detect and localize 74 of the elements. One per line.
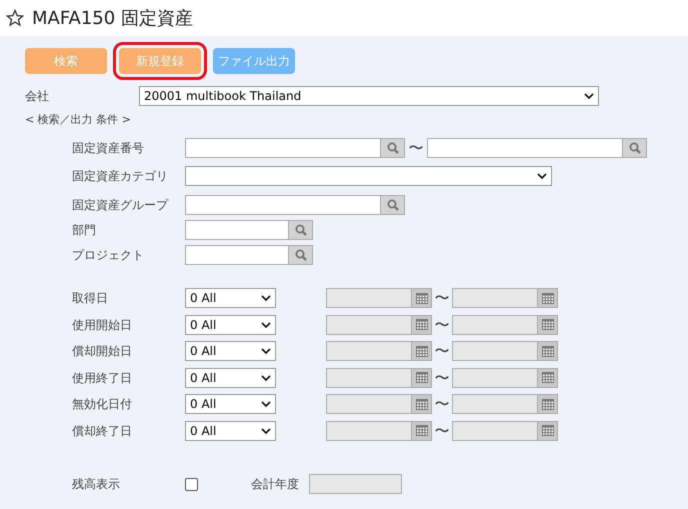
field-label: 会計年度 bbox=[251, 476, 299, 493]
star-icon[interactable] bbox=[6, 9, 24, 27]
search-button[interactable] bbox=[623, 138, 647, 158]
search-icon bbox=[386, 142, 398, 154]
field-label: 固定資産グループ bbox=[71, 197, 170, 214]
calendar-icon bbox=[542, 346, 554, 357]
calendar-icon bbox=[416, 346, 428, 357]
calendar-icon bbox=[542, 398, 554, 410]
calendar-button[interactable] bbox=[538, 314, 558, 335]
search-icon bbox=[386, 199, 398, 211]
calendar-icon bbox=[542, 292, 554, 304]
calendar-button[interactable] bbox=[538, 394, 558, 414]
caret-icon bbox=[261, 295, 271, 302]
calendar-button[interactable] bbox=[412, 368, 432, 388]
dropdown[interactable] bbox=[185, 166, 552, 186]
search-icon bbox=[294, 249, 306, 261]
calendar-icon bbox=[416, 425, 428, 436]
field-label: 償却終了日 bbox=[71, 422, 133, 440]
range-tilde: 〜 bbox=[434, 341, 450, 362]
calendar-button[interactable] bbox=[538, 288, 558, 308]
range-tilde: 〜 bbox=[434, 394, 450, 415]
range-tilde: 〜 bbox=[408, 138, 424, 158]
caret-icon bbox=[261, 428, 271, 434]
dropdown[interactable]: 20001 multibook Thailand bbox=[139, 86, 599, 106]
input-field[interactable] bbox=[185, 220, 289, 240]
search-button[interactable] bbox=[289, 245, 313, 265]
calendar-icon bbox=[542, 319, 554, 330]
calendar-button[interactable] bbox=[538, 341, 558, 362]
input-field[interactable] bbox=[427, 138, 623, 158]
calendar-icon bbox=[416, 372, 428, 384]
calendar-icon bbox=[542, 372, 554, 384]
caret-icon bbox=[261, 401, 271, 408]
input-field[interactable] bbox=[185, 195, 381, 215]
field-label: 償却開始日 bbox=[71, 343, 133, 360]
search-button[interactable] bbox=[289, 220, 313, 240]
field-label: 使用終了日 bbox=[71, 370, 133, 387]
field-label: プロジェクト bbox=[71, 247, 145, 264]
field-label: 取得日 bbox=[71, 290, 109, 308]
calendar-button[interactable] bbox=[412, 314, 432, 335]
caret-icon bbox=[537, 173, 547, 179]
calendar-button[interactable] bbox=[412, 394, 432, 414]
section-label: < 検索／出力 条件 > bbox=[25, 112, 131, 128]
field-label: 会社 bbox=[25, 88, 50, 105]
calendar-icon bbox=[416, 319, 428, 330]
field-label: 残高表示 bbox=[71, 476, 121, 493]
field-label: 部門 bbox=[71, 222, 97, 239]
range-tilde: 〜 bbox=[434, 420, 450, 442]
caret-icon bbox=[261, 374, 271, 381]
search-button[interactable] bbox=[381, 138, 405, 158]
search-icon bbox=[294, 224, 306, 236]
search-icon bbox=[628, 142, 640, 154]
checkbox[interactable] bbox=[185, 478, 198, 490]
range-tilde: 〜 bbox=[434, 288, 450, 309]
range-tilde: 〜 bbox=[434, 368, 450, 388]
field-label: 固定資産番号 bbox=[71, 140, 145, 157]
range-tilde: 〜 bbox=[434, 314, 450, 336]
field-label: 無効化日付 bbox=[71, 396, 133, 414]
field-label: 使用開始日 bbox=[71, 316, 133, 334]
field-label: 固定資産カテゴリ bbox=[71, 168, 169, 185]
caret-icon bbox=[261, 348, 271, 354]
search-button[interactable] bbox=[381, 195, 405, 215]
calendar-button[interactable] bbox=[538, 368, 558, 388]
calendar-button[interactable] bbox=[412, 341, 432, 362]
page-title: MAFA150 固定資産 bbox=[32, 6, 193, 30]
calendar-icon bbox=[416, 292, 428, 304]
calendar-icon bbox=[542, 425, 554, 436]
input-field[interactable] bbox=[185, 245, 289, 265]
input-field[interactable] bbox=[185, 138, 381, 158]
caret-icon bbox=[584, 93, 594, 99]
calendar-button[interactable] bbox=[538, 420, 558, 441]
calendar-button[interactable] bbox=[412, 288, 432, 308]
calendar-icon bbox=[416, 398, 428, 410]
caret-icon bbox=[261, 322, 271, 328]
calendar-button[interactable] bbox=[412, 420, 432, 441]
